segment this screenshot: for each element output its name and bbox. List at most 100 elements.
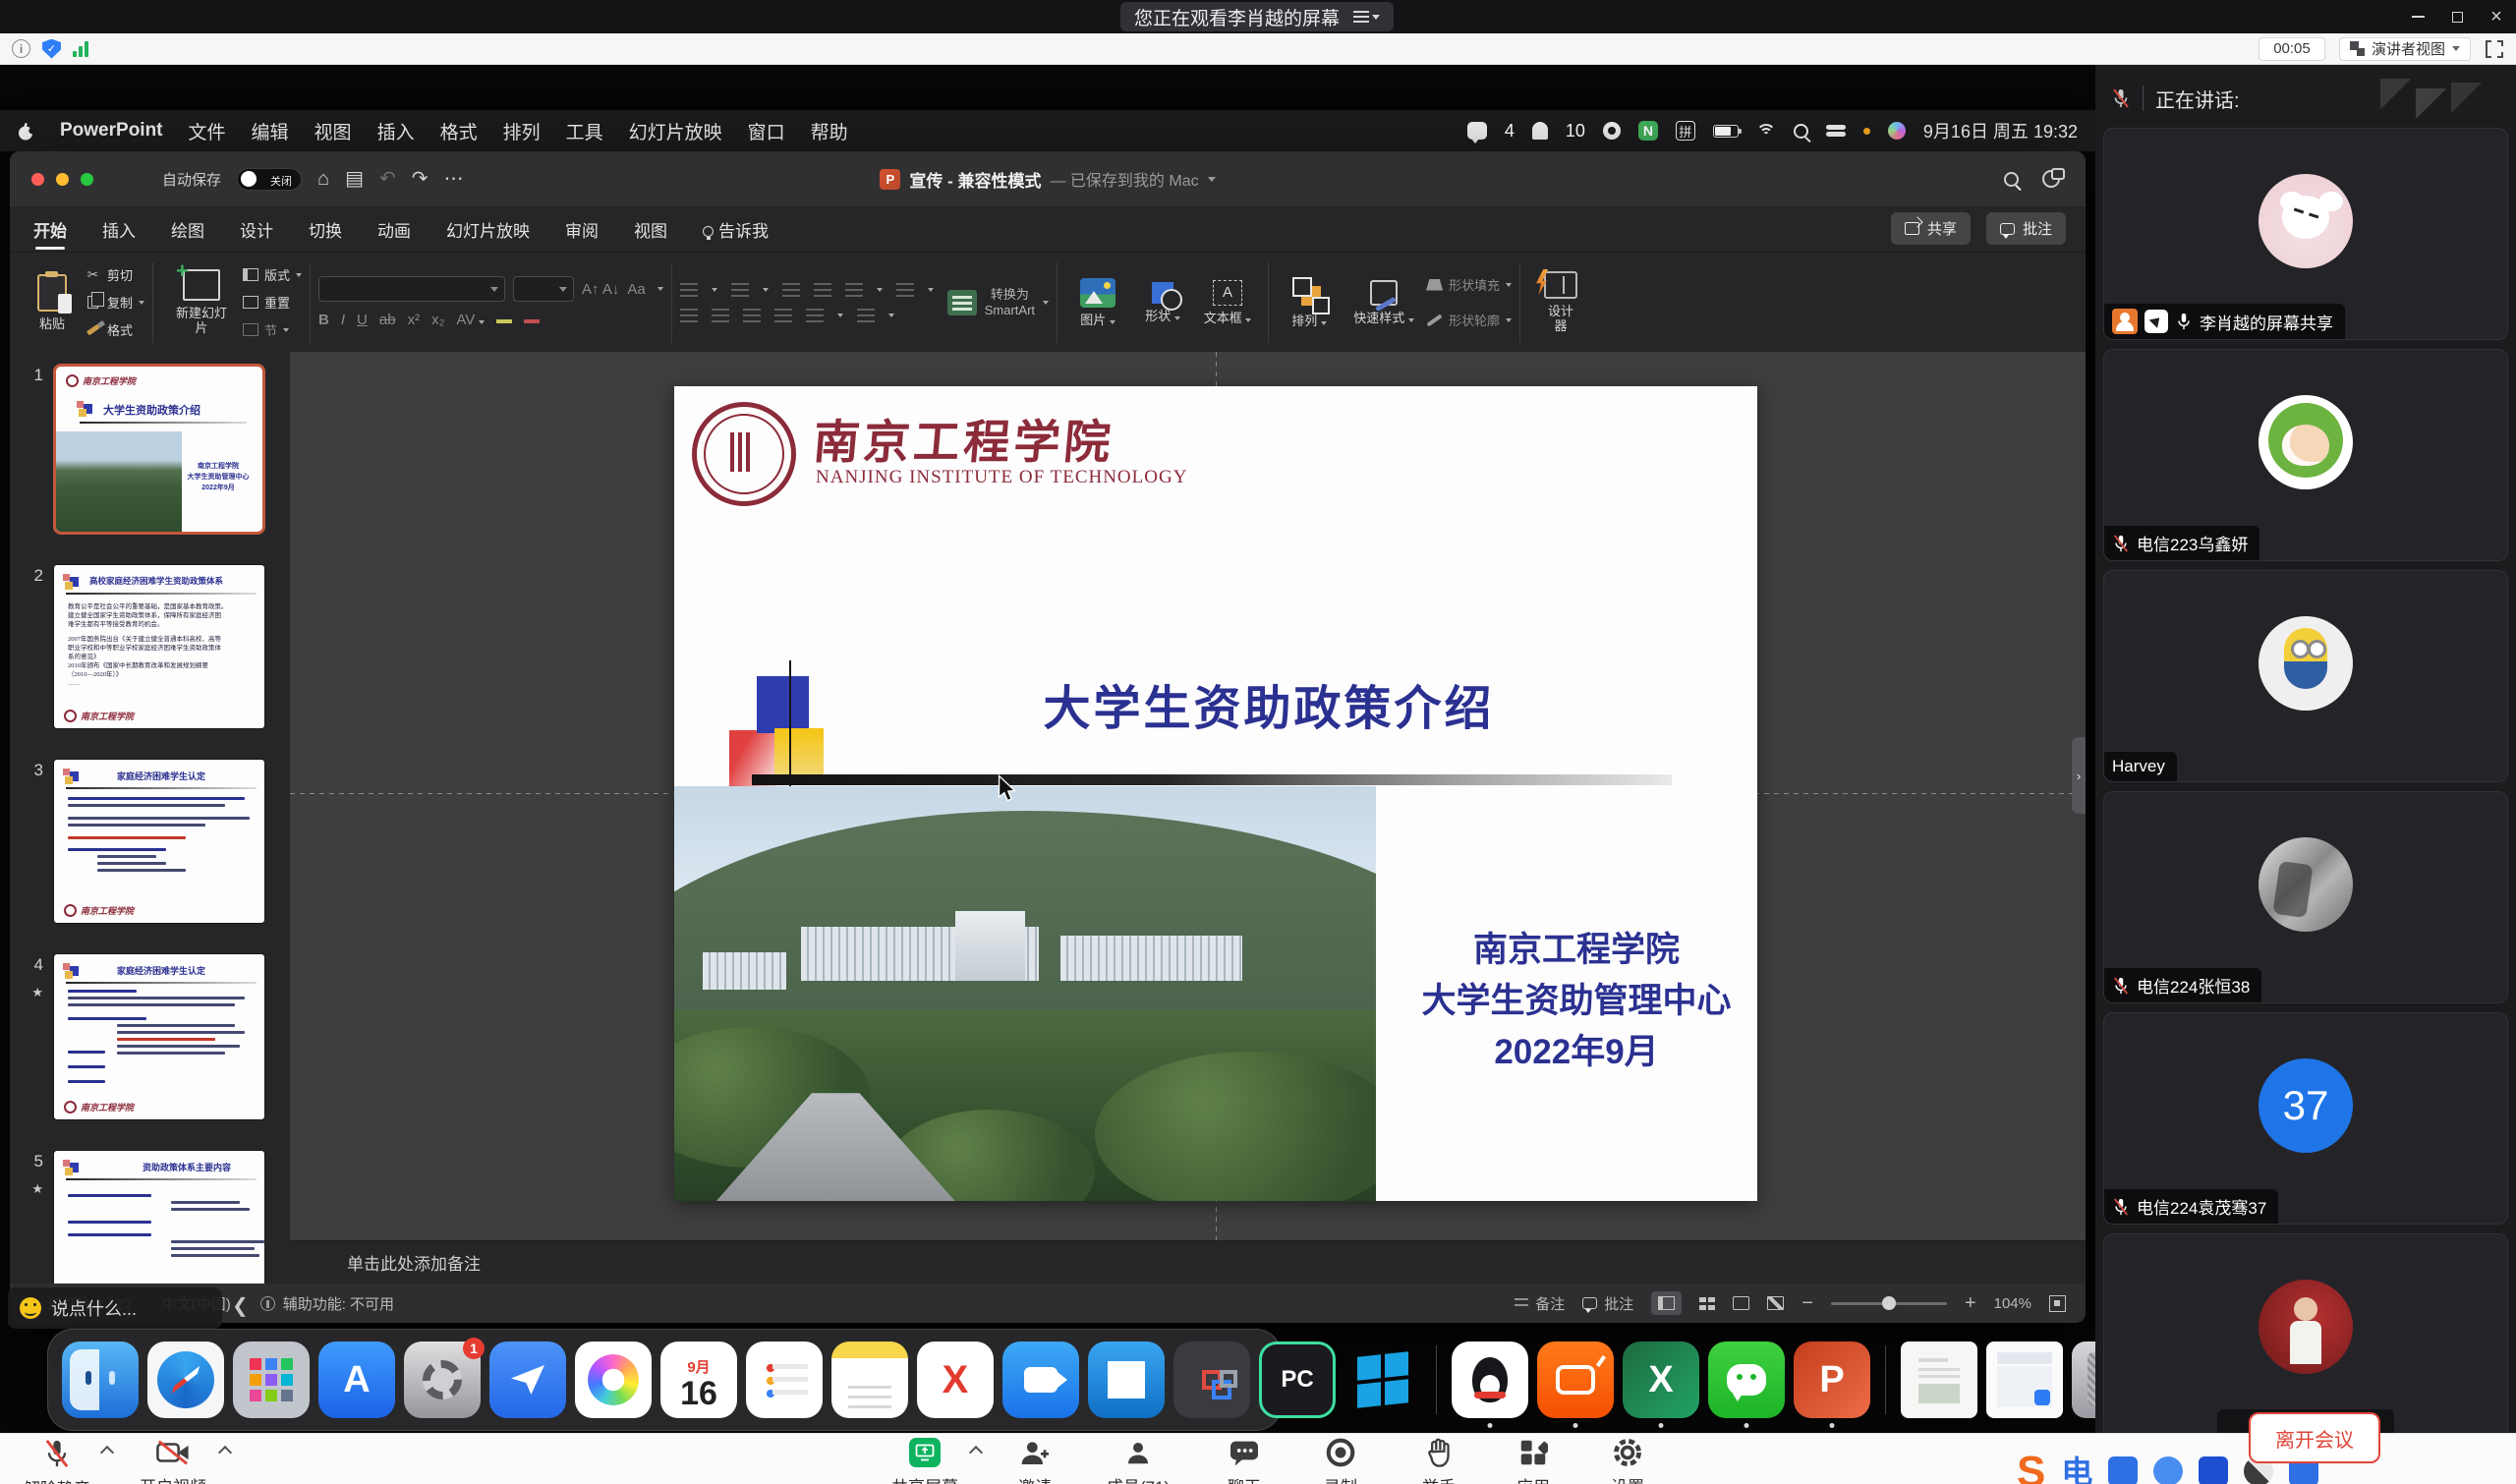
- meeting-info-icon[interactable]: i: [12, 39, 30, 58]
- comments-button[interactable]: 批注: [1986, 212, 2066, 245]
- undo-icon[interactable]: ↶: [379, 169, 396, 189]
- emoji-icon[interactable]: [20, 1297, 41, 1319]
- zoom-out-button[interactable]: −: [1801, 1292, 1813, 1315]
- clear-format-button[interactable]: Aa: [627, 281, 662, 298]
- align-right-button[interactable]: [743, 309, 761, 322]
- slide-sorter-view-button[interactable]: [1699, 1297, 1715, 1310]
- record-button[interactable]: 录制: [1293, 1438, 1388, 1484]
- font-color-button[interactable]: [524, 319, 540, 323]
- participant-tile[interactable]: Harvey: [2103, 570, 2508, 782]
- participant-tile[interactable]: 37 电信224袁茂骞37: [2103, 1012, 2508, 1225]
- members-button[interactable]: 成员(71): [1091, 1438, 1185, 1484]
- strikethrough-button[interactable]: ab: [379, 312, 396, 328]
- accessibility-status[interactable]: 辅助功能: 不可用: [283, 1293, 394, 1314]
- slide-4-thumbnail[interactable]: 家庭经济困难学生认定: [53, 953, 265, 1120]
- zoom-level[interactable]: 104%: [1994, 1295, 2031, 1312]
- subscript-button[interactable]: x₂: [431, 312, 444, 328]
- share-screen-button[interactable]: 共享屏幕: [878, 1438, 972, 1484]
- font-name-select[interactable]: [318, 276, 505, 302]
- decrease-indent-button[interactable]: [782, 283, 800, 297]
- share-status-icon[interactable]: [1603, 122, 1621, 140]
- dock-photos-icon[interactable]: [575, 1341, 652, 1418]
- increase-indent-button[interactable]: [814, 283, 831, 297]
- menu-edit[interactable]: 编辑: [252, 118, 289, 144]
- tab-animations[interactable]: 动画: [377, 211, 411, 248]
- bold-button[interactable]: B: [318, 312, 329, 328]
- dock-calendar-icon[interactable]: 9月16: [660, 1341, 737, 1418]
- notes-toggle[interactable]: 备注: [1515, 1293, 1565, 1314]
- menu-slideshow[interactable]: 幻灯片放映: [629, 118, 722, 144]
- dock-wechat-icon[interactable]: [1708, 1341, 1785, 1418]
- n-app-icon[interactable]: N: [1638, 121, 1658, 141]
- tab-transitions[interactable]: 切换: [309, 211, 342, 248]
- dock-windows-icon[interactable]: [1344, 1341, 1421, 1418]
- menubar-datetime[interactable]: 9月16日 周五 19:32: [1923, 118, 2078, 143]
- copy-button[interactable]: 复制: [85, 291, 144, 314]
- dock-settings-icon[interactable]: 1: [404, 1341, 481, 1418]
- start-video-button[interactable]: 开启视频: [126, 1438, 220, 1484]
- tab-view[interactable]: 视图: [634, 211, 667, 248]
- notification-icon[interactable]: [1532, 122, 1548, 140]
- zoom-in-button[interactable]: +: [1965, 1292, 1976, 1315]
- thumbnail-item-3[interactable]: 3 家庭经济困难学生认定: [10, 759, 290, 924]
- reset-button[interactable]: 重置: [242, 291, 302, 314]
- dock-x-app-icon[interactable]: X: [917, 1341, 994, 1418]
- slide-canvas[interactable]: 南京工程学院 NANJING INSTITUTE OF TECHNOLOGY 大…: [674, 386, 1757, 1201]
- settings-button[interactable]: 设置: [1580, 1438, 1675, 1484]
- unmute-button[interactable]: 解除静音: [10, 1438, 104, 1484]
- dock-notes-icon[interactable]: [831, 1341, 908, 1418]
- dock-finder-icon[interactable]: [62, 1341, 139, 1418]
- thumbnail-item-2[interactable]: 2 高校家庭经济困难学生资助政策体系 教育公平是社会公平的重要基础，是国家基本教…: [10, 564, 290, 729]
- format-painter-button[interactable]: 格式: [85, 318, 144, 342]
- school-name-calligraphy[interactable]: 南京工程学院: [811, 404, 1117, 472]
- tab-review[interactable]: 审阅: [565, 211, 599, 248]
- menu-arrange[interactable]: 排列: [503, 118, 541, 144]
- text-direction-button[interactable]: [806, 309, 824, 322]
- slide-title[interactable]: 大学生资助政策介绍: [925, 669, 1613, 738]
- columns-button[interactable]: [896, 283, 914, 297]
- dock-mango-tv-icon[interactable]: [1537, 1341, 1614, 1418]
- chat-button[interactable]: 聊天: [1197, 1438, 1291, 1484]
- dock-appstore-icon[interactable]: A: [318, 1341, 395, 1418]
- slide-editing-area[interactable]: 南京工程学院 NANJING INSTITUTE OF TECHNOLOGY 大…: [290, 352, 2086, 1240]
- thumbnail-item-5[interactable]: 5 ★ 资助政策体系主要内容: [10, 1150, 290, 1284]
- shape-outline-button[interactable]: 形状轮廓: [1426, 309, 1512, 332]
- participant-tile-screen-share[interactable]: 李肖越的屏幕共享: [2103, 128, 2508, 340]
- dock-utility-icon[interactable]: [489, 1341, 566, 1418]
- picture-button[interactable]: 图片: [1065, 278, 1130, 327]
- dock-vm-icon[interactable]: [1173, 1341, 1250, 1418]
- slide-2-thumbnail[interactable]: 高校家庭经济困难学生资助政策体系 教育公平是社会公平的重要基础，是国家基本教育政…: [53, 564, 265, 729]
- underline-button[interactable]: U: [357, 312, 368, 328]
- dock-pycharm-icon[interactable]: PC: [1259, 1341, 1336, 1418]
- thumbnail-item-4[interactable]: 4 ★ 家庭经济困难学生认定: [10, 953, 290, 1120]
- italic-button[interactable]: I: [341, 312, 345, 328]
- participant-tile[interactable]: 电信223乌鑫妍: [2103, 349, 2508, 561]
- campus-photo[interactable]: [674, 786, 1376, 1201]
- cut-button[interactable]: ✂剪切: [85, 263, 144, 287]
- wifi-icon[interactable]: [1756, 124, 1776, 138]
- designer-button[interactable]: 设计器: [1528, 271, 1593, 333]
- quick-styles-button[interactable]: 快速样式: [1342, 280, 1426, 325]
- line-spacing-button[interactable]: [845, 283, 863, 297]
- shape-fill-button[interactable]: 形状填充: [1426, 273, 1512, 297]
- chat-placeholder[interactable]: 说点什么...: [51, 1295, 137, 1321]
- chevron-down-icon[interactable]: [1208, 177, 1216, 182]
- arrange-button[interactable]: 排列: [1277, 277, 1342, 328]
- menu-window[interactable]: 窗口: [748, 118, 785, 144]
- share-button[interactable]: 共享: [1891, 212, 1971, 245]
- bullets-button[interactable]: [680, 283, 698, 297]
- mac-close-button[interactable]: [31, 173, 44, 186]
- org-text-block[interactable]: 南京工程学院 大学生资助管理中心 2022年9月: [1396, 925, 1757, 1078]
- slideshow-button[interactable]: [1767, 1296, 1784, 1310]
- zoom-slider-thumb[interactable]: [1882, 1296, 1896, 1310]
- fit-slide-button[interactable]: [2049, 1295, 2066, 1312]
- tab-slideshow[interactable]: 幻灯片放映: [446, 211, 530, 248]
- dock-launchpad-icon[interactable]: [233, 1341, 310, 1418]
- leave-meeting-button[interactable]: 离开会议: [2249, 1412, 2380, 1463]
- numbering-button[interactable]: [731, 283, 749, 297]
- chat-quick-bubble[interactable]: 说点什么...: [8, 1287, 222, 1329]
- tab-tell-me[interactable]: 告诉我: [703, 211, 769, 248]
- comments-toggle[interactable]: 批注: [1582, 1293, 1633, 1314]
- reading-view-button[interactable]: [1733, 1296, 1749, 1310]
- align-text-button[interactable]: [857, 309, 875, 322]
